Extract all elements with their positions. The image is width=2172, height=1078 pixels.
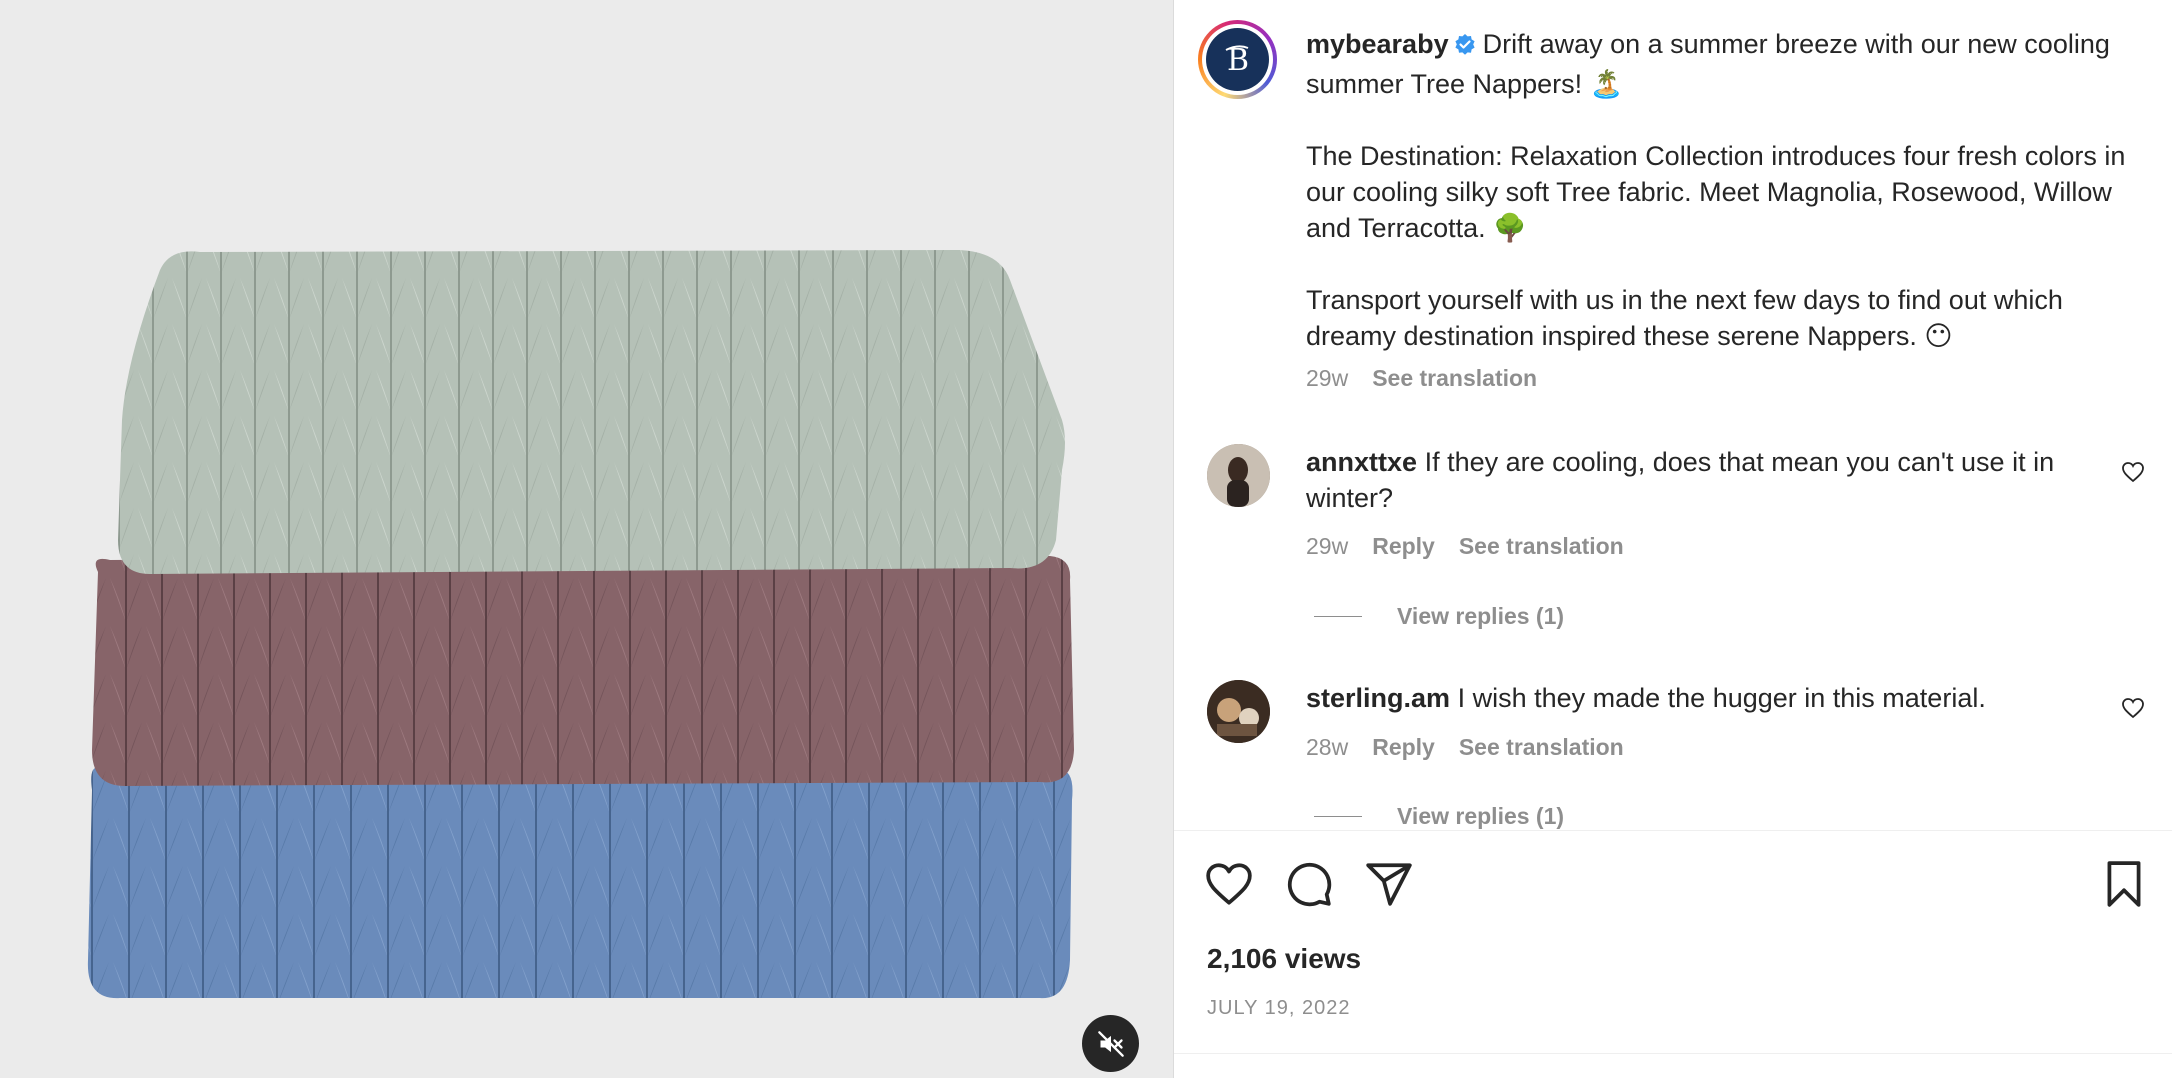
- view-count[interactable]: 2,106 views: [1207, 943, 1361, 975]
- post-details-panel: B mybearaby Drift away on a summer breeze…: [1173, 0, 2172, 1078]
- post-caption: mybearaby Drift away on a summer breeze w…: [1306, 26, 2136, 354]
- share-paper-plane-icon[interactable]: [1364, 859, 1414, 909]
- view-replies-button[interactable]: View replies (1): [1314, 803, 1564, 830]
- knit-blanket-stack-image: [87, 250, 1074, 999]
- avatar-photo: [1207, 444, 1270, 507]
- view-replies-button[interactable]: View replies (1): [1314, 603, 1564, 630]
- replies-divider-line: [1314, 616, 1362, 617]
- action-bar-divider: [1174, 1053, 2172, 1054]
- comment-text: If they are cooling, does that mean you …: [1306, 447, 2055, 513]
- verified-badge-icon: [1453, 30, 1477, 66]
- comment-text: I wish they made the hugger in this mate…: [1457, 683, 1986, 713]
- author-username[interactable]: mybearaby: [1306, 29, 1449, 59]
- commenter-avatar-annxttxe[interactable]: [1207, 444, 1270, 507]
- author-avatar[interactable]: B: [1198, 20, 1277, 99]
- comment-body: sterling.am I wish they made the hugger …: [1306, 680, 2086, 716]
- like-comment-heart-icon[interactable]: [2121, 460, 2145, 484]
- mute-toggle-button[interactable]: [1082, 1015, 1139, 1072]
- view-replies-label: View replies (1): [1397, 803, 1565, 829]
- speaker-muted-icon: [1097, 1030, 1124, 1057]
- post-media[interactable]: [0, 0, 1173, 1078]
- comments-scroll-area[interactable]: B mybearaby Drift away on a summer breeze…: [1174, 0, 2172, 830]
- save-bookmark-icon[interactable]: [2099, 859, 2149, 909]
- caption-paragraph-2: The Destination: Relaxation Collection i…: [1306, 141, 2126, 243]
- comment-meta: 28w Reply See translation: [1306, 734, 1648, 761]
- post-action-bar: 2,106 views JULY 19, 2022: [1174, 830, 2172, 1078]
- comment-timestamp[interactable]: 29w: [1306, 533, 1348, 560]
- comment-see-translation-link[interactable]: See translation: [1459, 734, 1624, 761]
- caption-paragraph-3: Transport yourself with us in the next f…: [1306, 285, 2063, 351]
- comment-body: annxttxe If they are cooling, does that …: [1306, 444, 2086, 516]
- comment-bubble-icon[interactable]: [1284, 859, 1334, 909]
- post-date[interactable]: JULY 19, 2022: [1207, 997, 1350, 1020]
- avatar-photo: [1207, 680, 1270, 743]
- view-replies-label: View replies (1): [1397, 603, 1565, 629]
- comment-reply-link[interactable]: Reply: [1372, 533, 1435, 560]
- commenter-avatar-sterling-am[interactable]: [1207, 680, 1270, 743]
- comment-reply-link[interactable]: Reply: [1372, 734, 1435, 761]
- comment-see-translation-link[interactable]: See translation: [1459, 533, 1624, 560]
- comment-meta: 29w Reply See translation: [1306, 533, 1648, 560]
- brand-logo-icon: B: [1225, 43, 1249, 78]
- caption-timestamp[interactable]: 29w: [1306, 365, 1348, 392]
- commenter-username[interactable]: sterling.am: [1306, 683, 1450, 713]
- commenter-username[interactable]: annxttxe: [1306, 447, 1417, 477]
- comment-timestamp[interactable]: 28w: [1306, 734, 1348, 761]
- like-comment-heart-icon[interactable]: [2121, 696, 2145, 720]
- like-heart-icon[interactable]: [1204, 859, 1254, 909]
- replies-divider-line: [1314, 816, 1362, 817]
- caption-see-translation-link[interactable]: See translation: [1372, 365, 1537, 392]
- caption-meta: 29w See translation: [1306, 365, 1561, 392]
